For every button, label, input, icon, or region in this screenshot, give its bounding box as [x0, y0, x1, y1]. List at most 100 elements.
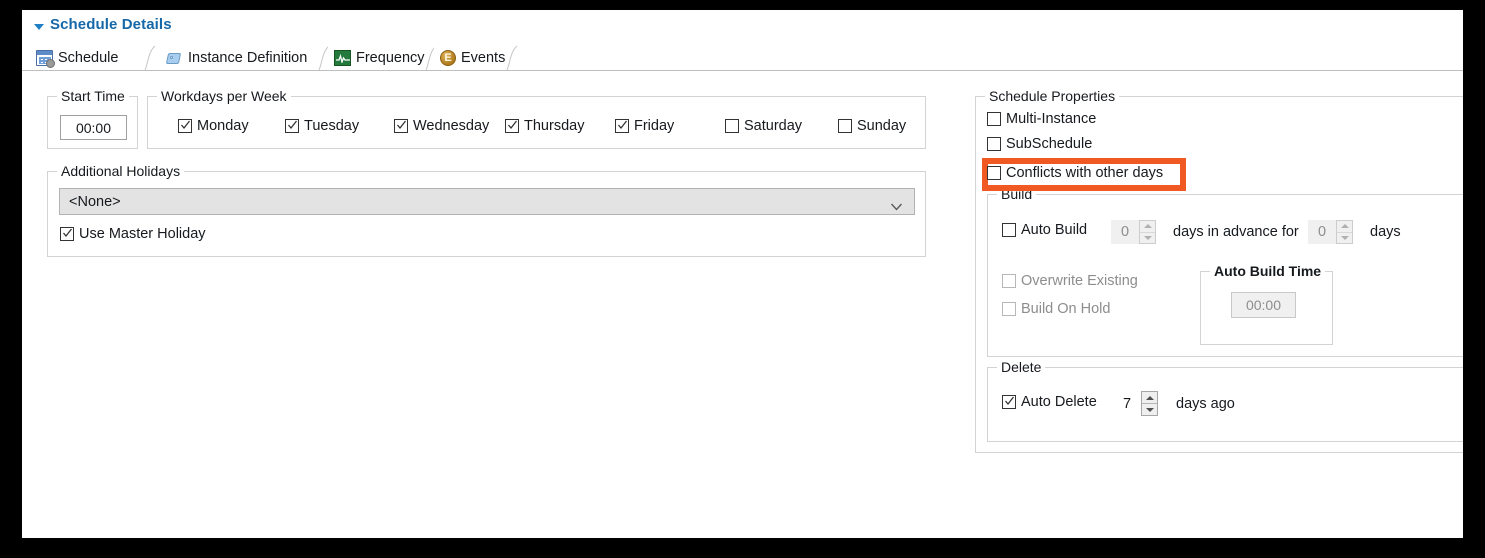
checkbox-label: Auto Delete — [1021, 394, 1097, 410]
checkbox-build-on-hold[interactable]: Build On Hold — [1002, 301, 1110, 317]
chevron-down-icon — [890, 198, 903, 211]
calendar-settings-icon — [36, 50, 55, 68]
additional-holidays-group: Additional Holidays <None> Use Master Ho… — [47, 163, 926, 257]
build-group-label: Build — [997, 186, 1037, 202]
checkbox-box — [394, 119, 408, 133]
checkbox-friday[interactable]: Friday — [615, 118, 674, 134]
checkbox-saturday[interactable]: Saturday — [725, 118, 802, 134]
checkbox-box — [987, 112, 1001, 126]
checkbox-box — [178, 119, 192, 133]
tab-instance-definition[interactable]: Instance Definition — [160, 45, 314, 71]
for-days-value: 0 — [1308, 220, 1336, 244]
checkbox-overwrite-existing[interactable]: Overwrite Existing — [1002, 273, 1138, 289]
checkbox-box — [60, 227, 74, 241]
checkbox-auto-delete[interactable]: Auto Delete — [1002, 394, 1097, 410]
checkbox-auto-build[interactable]: Auto Build — [1002, 222, 1087, 238]
checkbox-wednesday[interactable]: Wednesday — [394, 118, 489, 134]
checkbox-box — [987, 137, 1001, 151]
days-in-advance-stepper[interactable]: 0 — [1111, 220, 1156, 244]
checkbox-box — [615, 119, 629, 133]
checkbox-multi-instance[interactable]: Multi-Instance — [987, 111, 1096, 127]
checkbox-conflicts-with-other-days[interactable]: Conflicts with other days — [987, 165, 1163, 181]
checkbox-label: Sunday — [857, 118, 907, 134]
auto-build-time-input[interactable]: 00:00 — [1231, 292, 1296, 318]
auto-delete-days-value: 7 — [1113, 391, 1141, 416]
triangle-down-icon[interactable] — [34, 24, 44, 30]
event-circle-e-icon: E — [440, 50, 456, 66]
spinner-down[interactable] — [1142, 403, 1157, 415]
spinner-up[interactable] — [1337, 221, 1352, 232]
spinner-down[interactable] — [1140, 231, 1155, 244]
checkbox-label: Overwrite Existing — [1021, 273, 1138, 289]
checkbox-label: Build On Hold — [1021, 301, 1111, 317]
checkbox-label: Thursday — [524, 118, 585, 134]
checkbox-label: Conflicts with other days — [1006, 165, 1164, 181]
checkbox-monday[interactable]: Monday — [178, 118, 249, 134]
checkbox-tuesday[interactable]: Tuesday — [285, 118, 359, 134]
checkbox-box — [838, 119, 852, 133]
auto-build-time-group-label: Auto Build Time — [1210, 263, 1326, 279]
checkbox-label: Use Master Holiday — [79, 226, 206, 242]
checkbox-box — [285, 119, 299, 133]
spinner-up[interactable] — [1140, 221, 1155, 232]
checkbox-subschedule[interactable]: SubSchedule — [987, 136, 1092, 152]
section-header: Schedule Details — [22, 10, 1463, 42]
tab-instance-definition-label: Instance Definition — [188, 50, 308, 66]
schedule-properties-group: Schedule Properties Multi-Instance SubSc… — [975, 88, 1463, 453]
tab-strip: Schedule Instance Definition Frequency E… — [22, 42, 1463, 74]
delete-group: Delete Auto Delete 7 days ago — [987, 359, 1463, 442]
auto-build-time-group: Auto Build Time 00:00 — [1200, 263, 1333, 345]
for-days-label: days — [1370, 224, 1401, 240]
checkbox-label: Monday — [197, 118, 249, 134]
start-time-input[interactable]: 00:00 — [60, 115, 127, 140]
checkbox-box — [987, 166, 1001, 180]
start-time-group-label: Start Time — [57, 88, 129, 104]
holiday-select[interactable]: <None> — [59, 188, 915, 215]
checkbox-label: SubSchedule — [1006, 136, 1093, 152]
checkbox-box — [1002, 302, 1016, 316]
delete-group-label: Delete — [997, 359, 1046, 375]
checkbox-box — [1002, 223, 1016, 237]
for-days-stepper[interactable]: 0 — [1308, 220, 1353, 244]
spinner-buttons[interactable] — [1336, 220, 1353, 244]
checkbox-label: Tuesday — [304, 118, 360, 134]
tag-icon — [165, 51, 183, 66]
auto-delete-suffix-label: days ago — [1176, 396, 1235, 412]
waveform-icon — [334, 50, 351, 66]
tab-events-label: Events — [461, 50, 506, 66]
tab-frequency-label: Frequency — [356, 50, 425, 66]
tab-schedule-label: Schedule — [58, 50, 119, 66]
schedule-details-page: Schedule Details Schedule Instance Defin… — [22, 10, 1463, 538]
days-in-advance-value: 0 — [1111, 220, 1139, 244]
checkbox-box — [1002, 274, 1016, 288]
tab-separator — [144, 46, 156, 70]
auto-delete-days-stepper[interactable]: 7 — [1113, 391, 1158, 416]
checkbox-label: Auto Build — [1021, 222, 1088, 238]
checkbox-box — [1002, 395, 1016, 409]
tab-schedule[interactable]: Schedule — [30, 45, 125, 74]
checkbox-label: Multi-Instance — [1006, 111, 1097, 127]
checkbox-sunday[interactable]: Sunday — [838, 118, 906, 134]
checkbox-thursday[interactable]: Thursday — [505, 118, 584, 134]
spinner-buttons[interactable] — [1141, 391, 1158, 416]
workdays-group-label: Workdays per Week — [157, 88, 291, 104]
workdays-group: Workdays per Week Monday Tuesday Wednesd… — [147, 88, 926, 149]
checkbox-label: Saturday — [744, 118, 803, 134]
page-title: Schedule Details — [50, 16, 172, 33]
days-in-advance-label: days in advance for — [1173, 224, 1299, 240]
additional-holidays-group-label: Additional Holidays — [57, 163, 185, 179]
start-time-group: Start Time 00:00 — [47, 88, 138, 149]
spinner-buttons[interactable] — [1139, 220, 1156, 244]
spinner-down[interactable] — [1337, 231, 1352, 244]
window-frame: Schedule Details Schedule Instance Defin… — [0, 0, 1485, 558]
build-group: Build Auto Build 0 days in advance for 0 — [987, 186, 1463, 357]
checkbox-use-master-holiday[interactable]: Use Master Holiday — [60, 226, 206, 242]
tab-events[interactable]: E Events — [434, 45, 512, 71]
checkbox-label: Wednesday — [413, 118, 490, 134]
holiday-select-value: <None> — [69, 193, 121, 210]
tab-frequency[interactable]: Frequency — [328, 45, 431, 71]
checkbox-label: Friday — [634, 118, 675, 134]
schedule-properties-group-label: Schedule Properties — [985, 88, 1120, 104]
checkbox-box — [505, 119, 519, 133]
spinner-up[interactable] — [1142, 392, 1157, 403]
